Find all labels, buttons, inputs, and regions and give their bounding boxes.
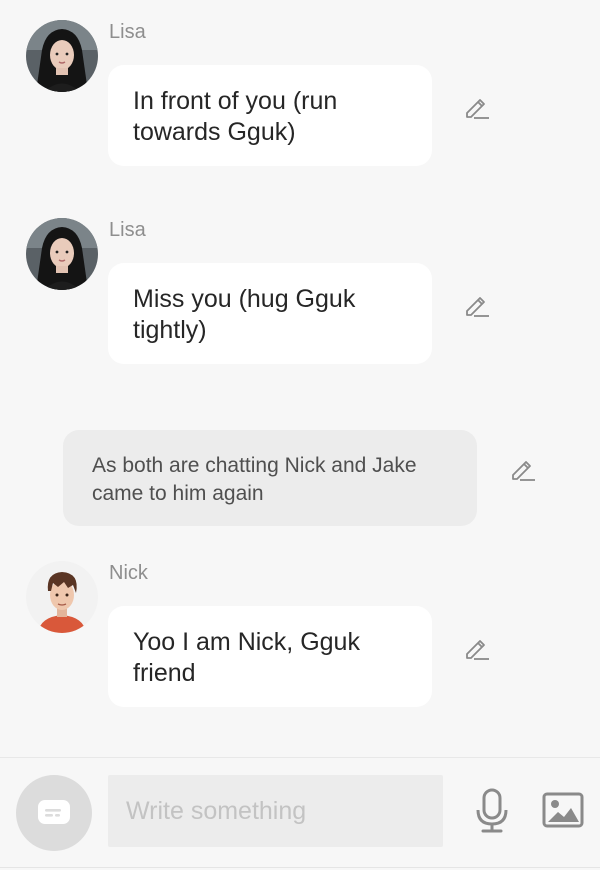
- sender-name: Lisa: [109, 21, 146, 43]
- message-input[interactable]: [108, 775, 443, 847]
- chat-message: Nick Yoo I am Nick, Gguk friend: [0, 561, 600, 711]
- chat-message: Lisa Miss you (hug Gguk tightly): [0, 218, 600, 368]
- chat-message: Lisa In front of you (run towards Gguk): [0, 20, 600, 170]
- message-bubble[interactable]: Miss you (hug Gguk tightly): [108, 263, 432, 364]
- sender-name: Nick: [109, 562, 148, 584]
- lisa-avatar[interactable]: [26, 20, 98, 92]
- chat-screen: Lisa In front of you (run towards Gguk) …: [0, 0, 600, 870]
- lisa-avatar[interactable]: [26, 218, 98, 290]
- microphone-icon[interactable]: [474, 788, 510, 834]
- narration-bubble[interactable]: As both are chatting Nick and Jake came …: [63, 430, 477, 526]
- chat-bubble-icon: [38, 800, 70, 824]
- image-icon[interactable]: [542, 792, 584, 828]
- divider: [0, 867, 600, 868]
- message-bubble[interactable]: Yoo I am Nick, Gguk friend: [108, 606, 432, 707]
- pencil-icon[interactable]: [462, 633, 492, 663]
- nick-avatar[interactable]: [26, 561, 98, 633]
- pencil-icon[interactable]: [508, 454, 538, 484]
- message-input-bar: [0, 757, 600, 870]
- pencil-icon[interactable]: [462, 290, 492, 320]
- pencil-icon[interactable]: [462, 92, 492, 122]
- sender-name: Lisa: [109, 219, 146, 241]
- message-bubble[interactable]: In front of you (run towards Gguk): [108, 65, 432, 166]
- chat-mode-button[interactable]: [16, 775, 92, 851]
